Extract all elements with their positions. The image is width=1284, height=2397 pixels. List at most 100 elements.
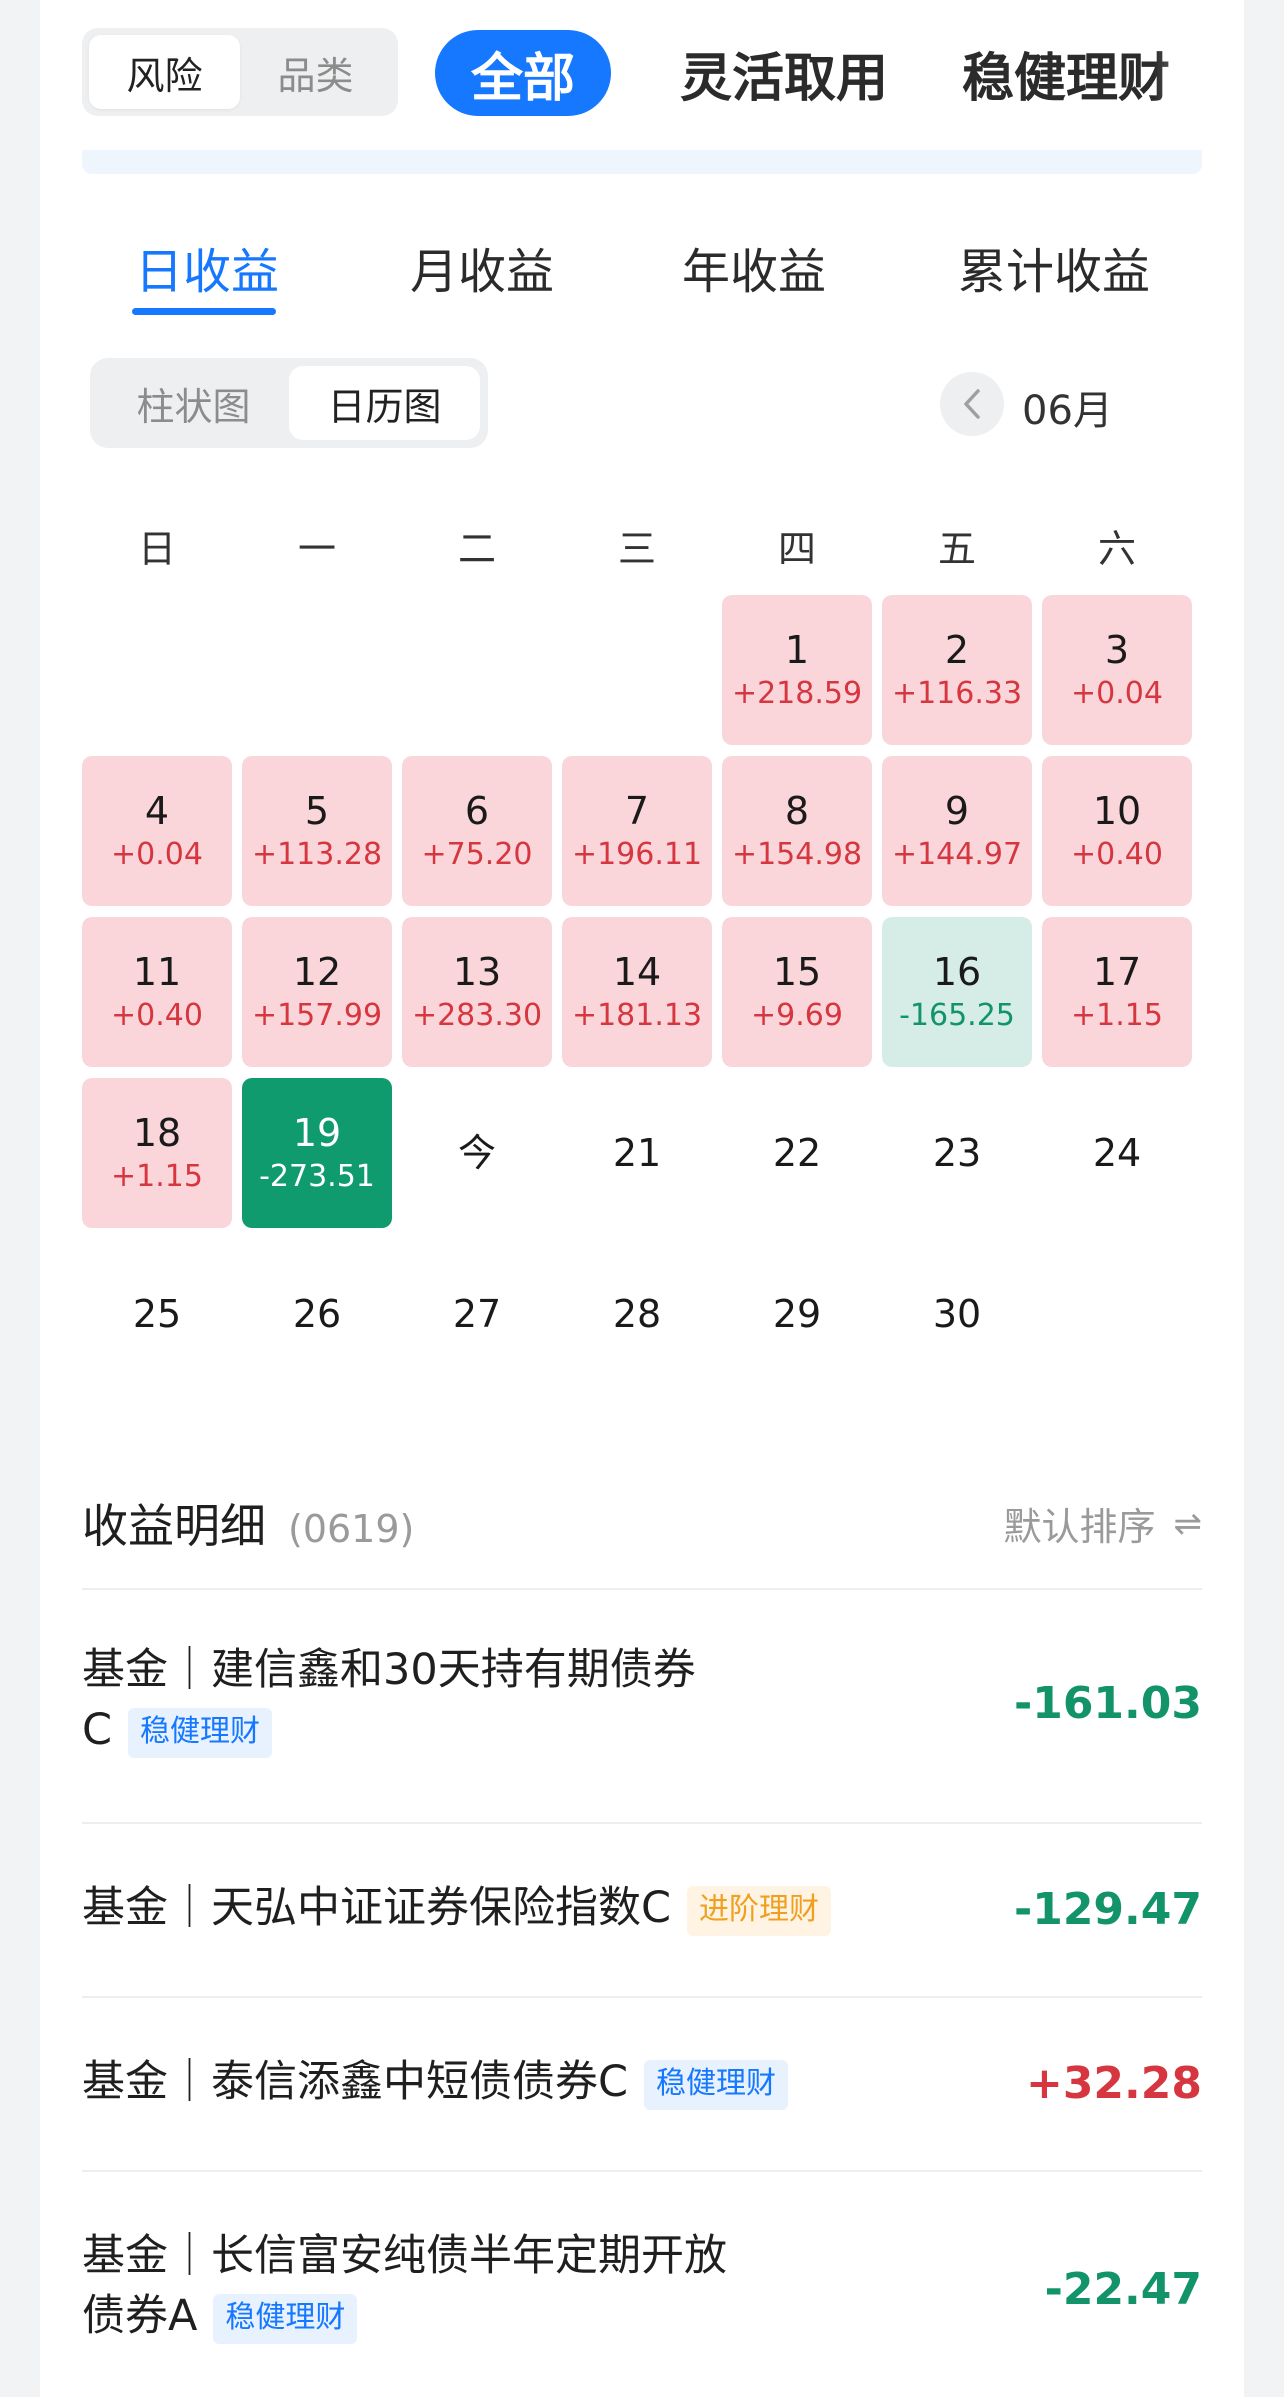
detail-row[interactable]: 基金｜长信富安纯债半年定期开放 债券A 稳健理财 -22.47 — [82, 2226, 1202, 2356]
filter-all[interactable]: 全部 — [435, 30, 611, 116]
calendar-day[interactable]: 23 — [882, 1078, 1032, 1228]
fund-name-line1: 基金｜长信富安纯债半年定期开放 — [82, 2231, 727, 2281]
tab-monthly[interactable]: 月收益 — [410, 232, 554, 302]
calendar-day[interactable]: 18 +1.15 — [82, 1078, 232, 1228]
calendar-day[interactable]: 29 — [722, 1239, 872, 1389]
day-number: 14 — [612, 950, 662, 994]
fund-name: 基金｜长信富安纯债半年定期开放 债券A 稳健理财 — [82, 2226, 727, 2346]
switch-risk[interactable]: 风险 — [89, 35, 240, 109]
calendar-day[interactable]: 今 — [402, 1078, 552, 1228]
day-number: 30 — [932, 1292, 982, 1336]
divider — [82, 1588, 1202, 1590]
day-number: 23 — [932, 1131, 982, 1175]
day-number: 22 — [772, 1131, 822, 1175]
sort-button[interactable]: 默认排序 ⇌ — [1003, 1496, 1202, 1551]
day-number: 4 — [144, 789, 170, 833]
calendar-day[interactable]: 5 +113.28 — [242, 756, 392, 906]
day-income: +116.33 — [891, 676, 1023, 711]
view-toggle: 柱状图 日历图 — [90, 358, 488, 448]
calendar-day[interactable]: 27 — [402, 1239, 552, 1389]
calendar-day[interactable]: 19 -273.51 — [242, 1078, 392, 1228]
income-amount: -161.03 — [1013, 1678, 1202, 1729]
filter-steady[interactable]: 稳健理财 — [962, 30, 1170, 116]
calendar-day[interactable]: 4 +0.04 — [82, 756, 232, 906]
calendar-day[interactable]: 9 +144.97 — [882, 756, 1032, 906]
detail-date: (0619) — [288, 1507, 415, 1551]
day-number: 8 — [784, 789, 810, 833]
calendar-day[interactable]: 17 +1.15 — [1042, 917, 1192, 1067]
calendar-day[interactable]: 14 +181.13 — [562, 917, 712, 1067]
calendar-day[interactable]: 21 — [562, 1078, 712, 1228]
weekday-label: 三 — [617, 527, 656, 571]
fund-name-line1: 基金｜天弘中证证券保险指数C — [82, 1883, 672, 1933]
day-income: +157.99 — [251, 998, 383, 1033]
day-number: 今 — [457, 1131, 496, 1175]
calendar-day[interactable]: 22 — [722, 1078, 872, 1228]
page-card: 风险 品类 全部 灵活取用 稳健理财 日收益 月收益 年收益 累计收益 柱状图 … — [40, 0, 1244, 2397]
tab-cumulative[interactable]: 累计收益 — [958, 232, 1150, 302]
day-income: +0.40 — [111, 998, 203, 1033]
chevron-left-icon[interactable] — [940, 372, 1004, 436]
view-bar-chart[interactable]: 柱状图 — [98, 366, 289, 440]
divider — [82, 2170, 1202, 2172]
day-number: 24 — [1092, 1131, 1142, 1175]
detail-header: 收益明细 (0619) — [82, 1490, 414, 1556]
calendar-day[interactable]: 1 +218.59 — [722, 595, 872, 745]
tab-yearly[interactable]: 年收益 — [682, 232, 826, 302]
calendar-day[interactable]: 15 +9.69 — [722, 917, 872, 1067]
detail-row[interactable]: 基金｜天弘中证证券保险指数C 进阶理财 -129.47 — [82, 1878, 1202, 1948]
calendar-day[interactable]: 8 +154.98 — [722, 756, 872, 906]
category-tag: 稳健理财 — [128, 1707, 273, 1758]
day-number: 17 — [1092, 950, 1142, 994]
fund-name-line2: C — [82, 1705, 113, 1755]
detail-title: 收益明细 — [82, 1499, 266, 1553]
view-calendar[interactable]: 日历图 — [289, 366, 480, 440]
calendar-day[interactable]: 10 +0.40 — [1042, 756, 1192, 906]
day-number: 11 — [132, 950, 182, 994]
calendar-day[interactable]: 11 +0.40 — [82, 917, 232, 1067]
calendar-day[interactable]: 16 -165.25 — [882, 917, 1032, 1067]
calendar-day[interactable]: 28 — [562, 1239, 712, 1389]
day-income: +196.11 — [571, 837, 703, 872]
filter-flexible[interactable]: 灵活取用 — [680, 30, 888, 116]
fund-name-line2: 债券A — [82, 2291, 198, 2341]
divider — [82, 1996, 1202, 1998]
fund-name: 基金｜建信鑫和30天持有期债券 C 稳健理财 — [82, 1640, 696, 1760]
income-amount: -129.47 — [1013, 1884, 1202, 1935]
section-divider — [82, 150, 1202, 174]
month-label: 06月 — [1022, 388, 1113, 434]
day-number: 13 — [452, 950, 502, 994]
day-income: +0.04 — [111, 837, 203, 872]
day-number: 25 — [132, 1292, 182, 1336]
day-income: -165.25 — [899, 998, 1015, 1033]
detail-row[interactable]: 基金｜泰信添鑫中短债债券C 稳健理财 +32.28 — [82, 2052, 1202, 2122]
day-income: +1.15 — [1071, 998, 1163, 1033]
switch-category[interactable]: 品类 — [240, 35, 391, 109]
day-number: 9 — [944, 789, 970, 833]
calendar-day[interactable]: 24 — [1042, 1078, 1192, 1228]
calendar-day[interactable]: 13 +283.30 — [402, 917, 552, 1067]
day-income: +181.13 — [571, 998, 703, 1033]
calendar-day[interactable]: 3 +0.04 — [1042, 595, 1192, 745]
calendar-day[interactable]: 26 — [242, 1239, 392, 1389]
category-tag: 稳健理财 — [213, 2293, 358, 2344]
day-number: 15 — [772, 950, 822, 994]
fund-name: 基金｜泰信添鑫中短债债券C 稳健理财 — [82, 2052, 789, 2112]
detail-row[interactable]: 基金｜建信鑫和30天持有期债券 C 稳健理财 -161.03 — [82, 1640, 1202, 1770]
calendar-day[interactable]: 30 — [882, 1239, 1032, 1389]
weekday-label: 日 — [137, 527, 176, 571]
calendar-day[interactable]: 6 +75.20 — [402, 756, 552, 906]
day-income: +9.69 — [751, 998, 843, 1033]
category-tag: 稳健理财 — [644, 2059, 789, 2110]
calendar-day[interactable]: 25 — [82, 1239, 232, 1389]
day-income: +218.59 — [731, 676, 863, 711]
weekday-label: 一 — [297, 527, 336, 571]
calendar-day[interactable]: 12 +157.99 — [242, 917, 392, 1067]
tab-daily[interactable]: 日收益 — [135, 232, 279, 302]
day-income: +113.28 — [251, 837, 383, 872]
day-number: 18 — [132, 1111, 182, 1155]
calendar-day[interactable]: 2 +116.33 — [882, 595, 1032, 745]
swap-icon: ⇌ — [1173, 1503, 1203, 1544]
calendar-day[interactable]: 7 +196.11 — [562, 756, 712, 906]
income-amount: -22.47 — [1044, 2264, 1202, 2315]
